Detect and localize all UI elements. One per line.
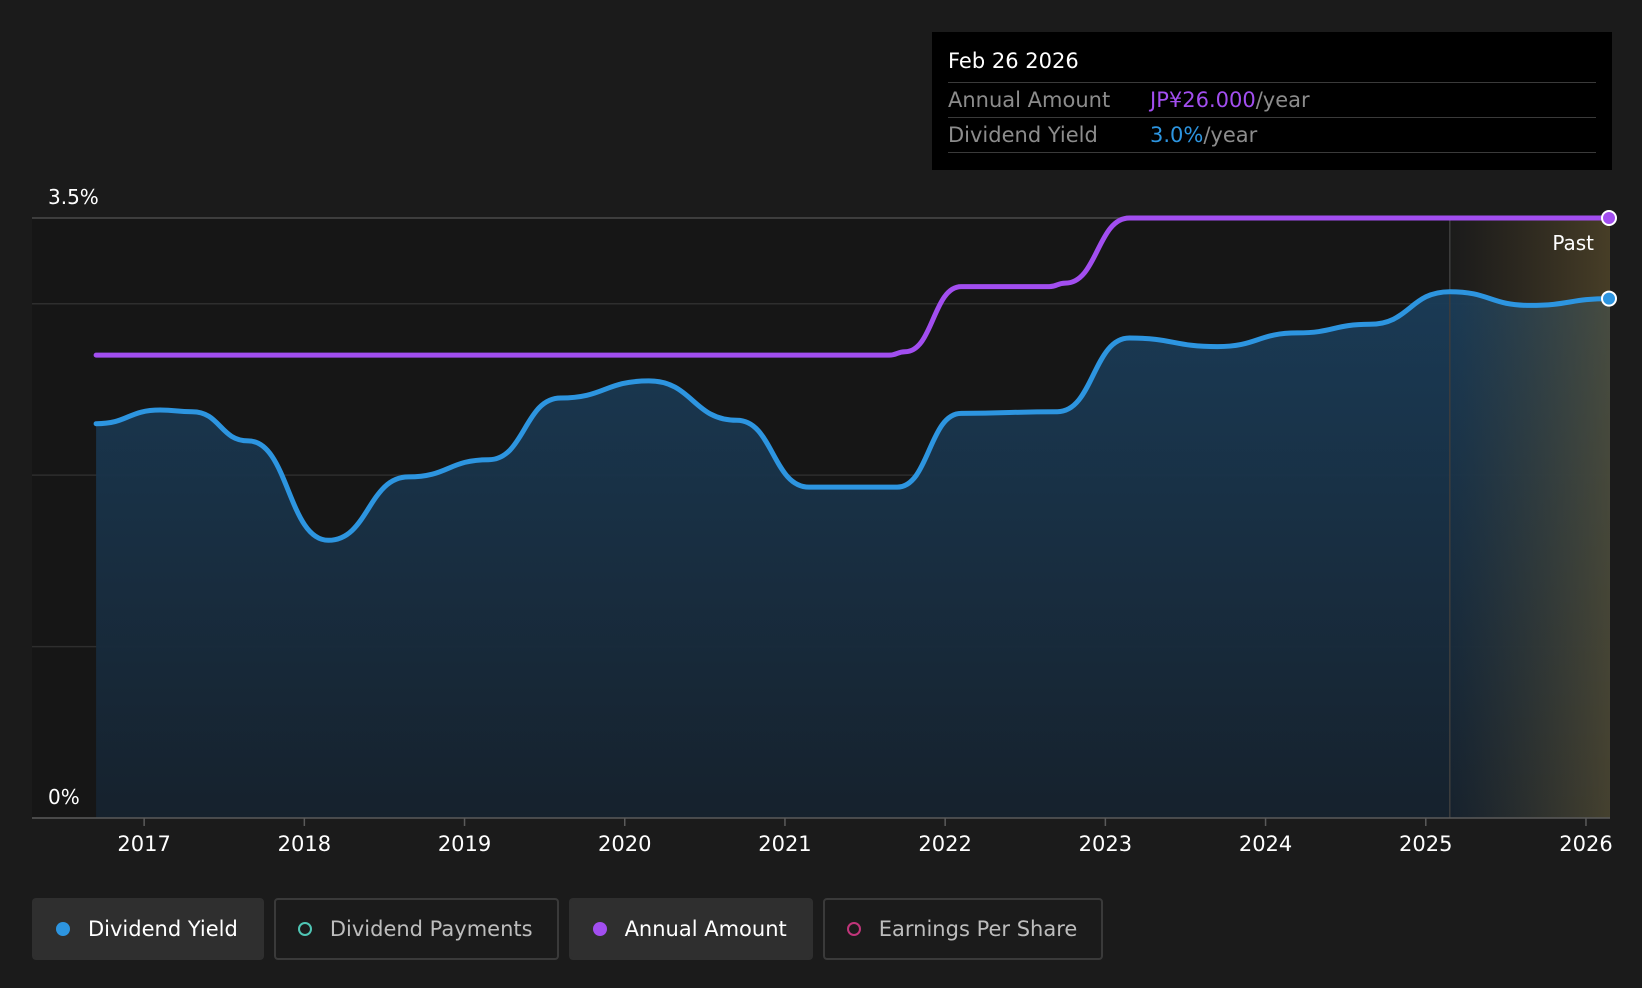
legend-label: Earnings Per Share: [878, 917, 1078, 941]
legend-label: Annual Amount: [624, 917, 787, 941]
x-tick-label: 2026: [1559, 832, 1612, 856]
legend-dot-icon: [592, 922, 607, 936]
legend-ring-icon: [846, 922, 861, 936]
tooltip-suffix: /year: [1203, 123, 1258, 147]
legend-ring-icon: [297, 922, 312, 936]
past-label: Past: [1552, 231, 1594, 255]
tooltip-row-dividend-yield: Dividend Yield 3.0% /year: [948, 118, 1596, 153]
y-tick-label: 3.5%: [48, 185, 99, 209]
legend: Dividend Yield Dividend Payments Annual …: [32, 898, 1104, 960]
series-end-marker: [1601, 210, 1617, 226]
tooltip-suffix: /year: [1255, 88, 1310, 112]
legend-item-dividend-yield[interactable]: Dividend Yield: [32, 898, 264, 960]
x-tick-label: 2023: [1079, 832, 1132, 856]
x-tick-label: 2019: [438, 832, 491, 856]
dividend-chart-widget: Past 0% 3.5% 2017 2018 2019 2020 2021 2022 2023 2…: [0, 0, 1642, 988]
x-tick-label: 2022: [918, 832, 971, 856]
x-tick-label: 2024: [1239, 832, 1292, 856]
x-tick-label: 2017: [117, 832, 170, 856]
legend-label: Dividend Payments: [329, 917, 533, 941]
legend-label: Dividend Yield: [88, 917, 238, 941]
x-tick-label: 2020: [598, 832, 651, 856]
tooltip-label: Annual Amount: [948, 88, 1111, 112]
tooltip-row-annual-amount: Annual Amount JP¥26.000 /year: [948, 83, 1596, 118]
tooltip-value: JP¥26.000: [1150, 88, 1256, 112]
tooltip-label: Dividend Yield: [948, 123, 1098, 147]
past-region: [1449, 218, 1610, 818]
tooltip-date: Feb 26 2026: [948, 32, 1596, 83]
series-end-marker: [1601, 290, 1617, 307]
legend-item-annual-amount[interactable]: Annual Amount: [568, 898, 813, 960]
x-tick-label: 2025: [1399, 832, 1452, 856]
tooltip: Feb 26 2026 Annual Amount JP¥26.000 /yea…: [932, 32, 1612, 170]
tooltip-value: 3.0%: [1150, 123, 1204, 147]
legend-item-earnings-per-share[interactable]: Earnings Per Share: [822, 898, 1104, 960]
legend-dot-icon: [56, 922, 70, 936]
x-tick-label: 2018: [278, 832, 331, 856]
x-tick-label: 2021: [758, 832, 811, 856]
y-tick-label: 0%: [48, 785, 80, 809]
legend-item-dividend-payments[interactable]: Dividend Payments: [273, 898, 559, 960]
